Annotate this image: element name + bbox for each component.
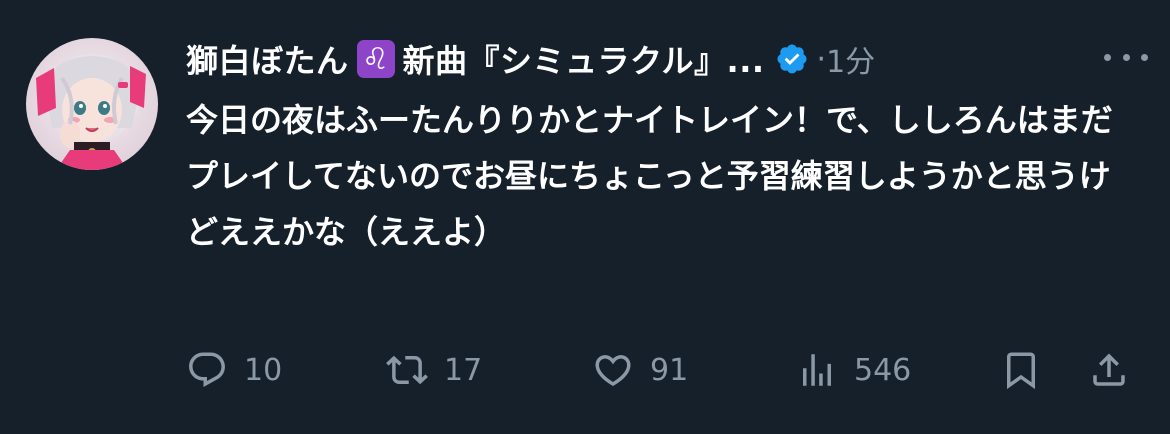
bookmark-button[interactable] [1000,343,1042,397]
more-options-icon[interactable] [1104,42,1148,72]
retweet-icon [386,355,428,385]
display-name[interactable]: 獅白ぼたん [186,36,349,82]
like-count: 91 [650,352,689,388]
views-count: 546 [854,352,912,388]
share-button[interactable] [1088,343,1130,397]
avatar-image [36,54,146,170]
avatar[interactable] [26,38,158,170]
display-name-suffix[interactable]: 新曲『シミュラクル』... [403,36,765,82]
leo-zodiac-icon: ♌ [356,40,395,78]
verified-badge-icon[interactable] [775,42,809,76]
like-button[interactable]: 91 [592,343,688,397]
retweet-count: 17 [444,352,483,388]
bookmark-icon [1007,352,1035,390]
timestamp[interactable]: 1分 [826,37,875,81]
heart-icon [595,355,631,387]
tweet-header: 獅白ぼたん ♌ 新曲『シミュラクル』... · 1分 [186,34,1146,84]
reply-count: 10 [244,352,283,388]
share-icon [1093,353,1125,386]
tweet-text: 今日の夜はふーたんりりかとナイトレイン！で、ししろんはまだプレイしてないのでお昼… [186,101,1113,251]
action-bar: 10 17 91 546 [186,343,1136,397]
reply-button[interactable]: 10 [186,343,282,397]
views-icon [803,354,831,386]
retweet-button[interactable]: 17 [386,343,482,397]
header-separator: · [816,41,827,77]
views-button[interactable]: 546 [796,343,911,397]
reply-icon [189,352,225,387]
